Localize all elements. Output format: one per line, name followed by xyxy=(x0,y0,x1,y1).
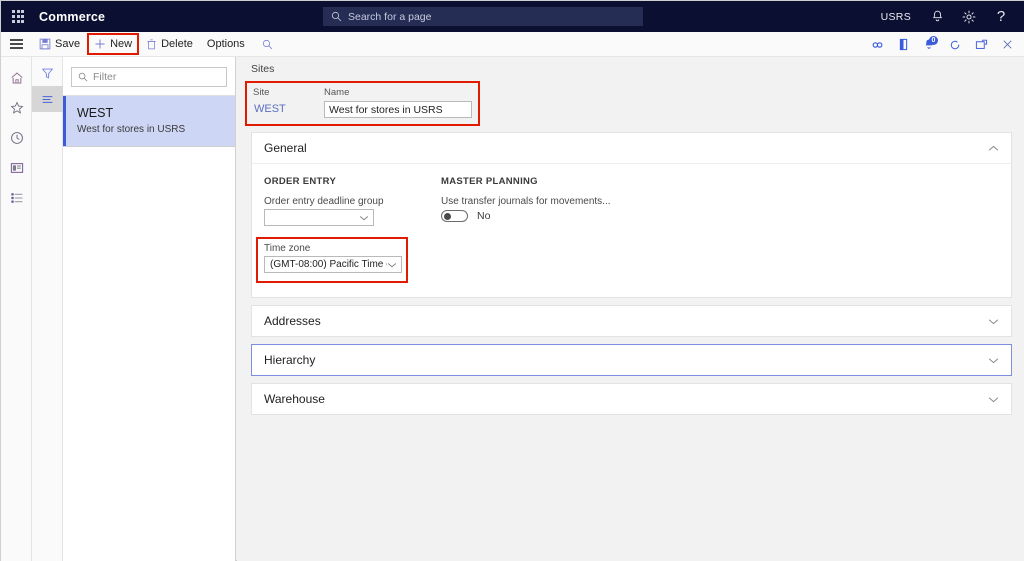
top-bar-actions: USRS ? xyxy=(871,1,1017,32)
timezone-value: (GMT-08:00) Pacific Time (US ... xyxy=(270,259,387,270)
section-warehouse-header[interactable]: Warehouse xyxy=(252,384,1011,414)
chevron-down-icon xyxy=(359,215,369,221)
trash-can-icon xyxy=(146,38,157,50)
section-general-header[interactable]: General xyxy=(252,133,1011,163)
application-window: Commerce Search for a page USRS ? Save N… xyxy=(0,0,1024,561)
list-item-title: WEST xyxy=(77,106,114,120)
command-bar-right-actions: 0 xyxy=(865,32,1019,57)
chevron-up-icon[interactable] xyxy=(988,145,999,152)
name-field-label: Name xyxy=(324,87,350,98)
global-search-input[interactable]: Search for a page xyxy=(323,7,643,26)
transfer-journals-toggle-value: No xyxy=(477,210,491,222)
refresh-icon[interactable] xyxy=(943,33,967,57)
modules-list-icon[interactable] xyxy=(1,183,32,213)
records-list: WEST West for stores in USRS xyxy=(63,95,235,147)
search-icon xyxy=(78,72,88,82)
user-initials[interactable]: USRS xyxy=(871,1,921,32)
new-button[interactable]: New xyxy=(87,33,140,55)
list-view-icon[interactable] xyxy=(32,86,63,112)
master-planning-group-label: MASTER PLANNING xyxy=(441,176,538,187)
name-field-group: Name West for stores in USRS xyxy=(324,87,472,118)
section-hierarchy: Hierarchy xyxy=(251,344,1012,376)
page-title: Sites xyxy=(251,63,275,75)
section-addresses: Addresses xyxy=(251,305,1012,337)
fast-tabs: General ORDER ENTRY Order entry deadline… xyxy=(237,132,1024,415)
section-addresses-header[interactable]: Addresses xyxy=(252,306,1011,336)
list-item-subtitle: West for stores in USRS xyxy=(77,124,186,135)
section-addresses-title: Addresses xyxy=(264,314,321,328)
list-item[interactable]: WEST West for stores in USRS xyxy=(63,96,235,147)
command-bar-search-icon[interactable] xyxy=(262,39,273,50)
search-icon xyxy=(331,11,342,22)
save-disk-icon xyxy=(39,38,51,50)
section-warehouse-title: Warehouse xyxy=(264,392,325,406)
list-filter-placeholder: Filter xyxy=(93,71,117,83)
order-entry-deadline-label: Order entry deadline group xyxy=(264,196,384,207)
app-title: Commerce xyxy=(39,9,106,24)
list-tools-pane xyxy=(32,57,63,561)
page-header: Sites Site WEST Name West for stores in … xyxy=(237,57,1024,126)
save-button[interactable]: Save xyxy=(32,33,87,55)
close-icon[interactable] xyxy=(995,33,1019,57)
records-list-pane: Filter WEST West for stores in USRS xyxy=(63,57,236,561)
main-content-area: Sites Site WEST Name West for stores in … xyxy=(237,57,1024,561)
save-button-label: Save xyxy=(55,38,81,50)
transfer-journals-toggle-row: No xyxy=(441,210,741,222)
timezone-dropdown[interactable]: (GMT-08:00) Pacific Time (US ... xyxy=(264,256,402,273)
section-general: General ORDER ENTRY Order entry deadline… xyxy=(251,132,1012,298)
order-entry-deadline-dropdown[interactable] xyxy=(264,209,374,226)
section-hierarchy-title: Hierarchy xyxy=(264,353,316,367)
transfer-journals-label: Use transfer journals for movements... xyxy=(441,196,611,207)
list-filter-input[interactable]: Filter xyxy=(71,67,227,87)
section-general-title: General xyxy=(264,141,307,155)
notifications-bell-icon[interactable] xyxy=(921,1,953,32)
timezone-highlight: Time zone (GMT-08:00) Pacific Time (US .… xyxy=(256,237,408,283)
delete-button[interactable]: Delete xyxy=(139,33,200,55)
chevron-down-icon xyxy=(387,262,397,268)
new-button-label: New xyxy=(110,38,133,50)
plus-icon xyxy=(94,38,106,50)
command-bar: Save New Delete Options 0 xyxy=(1,32,1024,57)
office-app-icon[interactable] xyxy=(891,33,915,57)
section-hierarchy-header[interactable]: Hierarchy xyxy=(252,345,1011,375)
notifications-icon[interactable]: 0 xyxy=(917,33,941,57)
header-fields-highlight: Site WEST Name West for stores in USRS xyxy=(245,81,480,126)
notification-badge-count: 0 xyxy=(929,35,938,45)
workspaces-icon[interactable] xyxy=(1,153,32,183)
chevron-down-icon[interactable] xyxy=(988,318,999,325)
global-search-placeholder: Search for a page xyxy=(348,10,432,23)
left-navigation-rail xyxy=(1,57,32,561)
site-field-label: Site xyxy=(253,87,270,98)
transfer-journals-toggle[interactable] xyxy=(441,210,468,222)
section-general-body: ORDER ENTRY Order entry deadline group T… xyxy=(252,163,1011,297)
order-entry-group-label: ORDER ENTRY xyxy=(264,176,337,187)
toggle-knob xyxy=(444,212,451,220)
master-planning-group: MASTER PLANNING Use transfer journals fo… xyxy=(441,176,741,283)
top-navigation-bar: Commerce Search for a page USRS ? xyxy=(1,1,1024,32)
help-icon[interactable]: ? xyxy=(985,1,1017,32)
home-icon[interactable] xyxy=(1,63,32,93)
settings-gear-icon[interactable] xyxy=(953,1,985,32)
popout-window-icon[interactable] xyxy=(969,33,993,57)
section-warehouse: Warehouse xyxy=(251,383,1012,415)
app-launcher-icon[interactable] xyxy=(1,1,35,32)
order-entry-group: ORDER ENTRY Order entry deadline group T… xyxy=(256,176,441,283)
chevron-down-icon[interactable] xyxy=(988,357,999,364)
favorites-star-icon[interactable] xyxy=(1,93,32,123)
chevron-down-icon[interactable] xyxy=(988,396,999,403)
attach-link-icon[interactable] xyxy=(865,33,889,57)
options-button[interactable]: Options xyxy=(200,33,252,55)
name-field-input[interactable]: West for stores in USRS xyxy=(324,101,472,118)
recent-clock-icon[interactable] xyxy=(1,123,32,153)
site-field-value[interactable]: WEST xyxy=(253,101,324,117)
hamburger-menu-icon[interactable] xyxy=(1,32,32,57)
timezone-label: Time zone xyxy=(264,243,311,254)
filter-funnel-icon[interactable] xyxy=(32,60,63,86)
delete-button-label: Delete xyxy=(161,38,193,50)
options-button-label: Options xyxy=(206,38,245,50)
site-field-group: Site WEST xyxy=(253,87,324,117)
